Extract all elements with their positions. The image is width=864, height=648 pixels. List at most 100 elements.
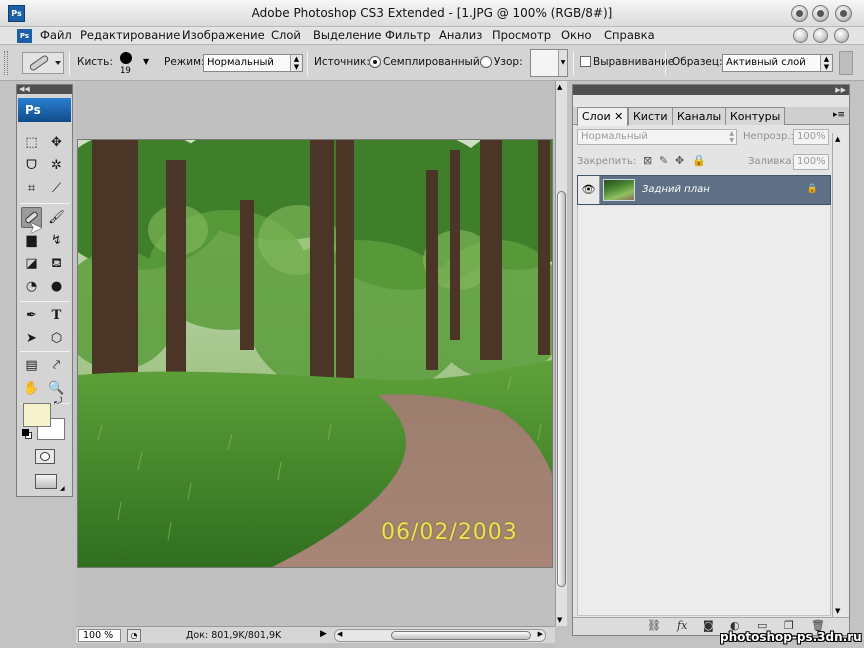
link-layers-icon[interactable]: ⛓ <box>647 619 661 632</box>
hand-tool-icon[interactable]: ✋ <box>21 378 42 399</box>
add-mask-icon[interactable]: ◙ <box>703 619 714 632</box>
blend-mode-select[interactable]: Нормальный ▲ ▼ <box>577 129 737 145</box>
separator <box>665 51 666 75</box>
fill-field[interactable]: 100% <box>793 154 829 170</box>
panel-collapse-icon[interactable]: ▶▶ <box>573 85 849 95</box>
scroll-left-icon[interactable]: ◀ <box>337 630 342 638</box>
menu-image[interactable]: Изображение <box>182 28 265 42</box>
lasso-tool-icon[interactable]: ᗜ <box>21 155 42 176</box>
tool-preset-picker[interactable] <box>22 52 64 74</box>
quick-mask-button[interactable] <box>35 449 55 464</box>
menu-layer[interactable]: Слой <box>271 28 301 42</box>
brush-tool-icon[interactable]: 🖌 <box>46 207 67 228</box>
tab-channels[interactable]: Каналы <box>672 107 727 125</box>
crop-tool-icon[interactable]: ⌗ <box>21 178 42 199</box>
shape-tool-icon[interactable]: ⬡ <box>46 328 67 349</box>
brush-picker[interactable]: 19 <box>110 49 142 77</box>
horizontal-scroll-thumb[interactable] <box>391 631 531 640</box>
menu-edit[interactable]: Редактирование <box>80 28 180 42</box>
doc-close-button[interactable] <box>834 28 849 43</box>
source-pattern-radio[interactable] <box>480 56 492 68</box>
options-grip[interactable] <box>4 51 8 75</box>
menu-app-icon[interactable]: Ps <box>17 29 32 43</box>
scroll-right-icon[interactable]: ▶ <box>538 630 543 638</box>
source-sampled-radio[interactable] <box>369 56 381 68</box>
foreground-color-swatch[interactable] <box>23 403 51 427</box>
doc-minimize-button[interactable] <box>793 28 808 43</box>
scroll-down-icon[interactable]: ▼ <box>557 616 562 624</box>
status-menu-arrow-icon[interactable]: ▶ <box>320 629 327 639</box>
notes-tool-icon[interactable]: ▤ <box>21 355 42 376</box>
layer-name[interactable]: Задний план <box>642 184 710 195</box>
layer-row-background[interactable]: 👁 Задний план 🔒 <box>577 175 831 205</box>
close-button[interactable] <box>835 5 852 22</box>
panel-scroll-up-icon[interactable]: ▲ <box>835 135 840 143</box>
pen-tool-icon[interactable]: ✒ <box>21 305 42 326</box>
screen-mode-arrow-icon: ◢ <box>60 485 65 492</box>
canvas[interactable]: 06/02/2003 <box>77 139 553 568</box>
blur-tool-icon[interactable]: ◔ <box>21 276 42 297</box>
tab-close-icon[interactable]: ✕ <box>614 110 623 123</box>
slice-tool-icon[interactable]: ⟋ <box>46 178 67 199</box>
eyedropper-tool-icon[interactable]: ⤤ <box>46 355 67 376</box>
lock-position-icon[interactable]: ✥ <box>675 154 684 167</box>
menu-file[interactable]: Файл <box>40 28 72 42</box>
tab-paths[interactable]: Контуры <box>725 107 786 125</box>
marquee-tool-icon[interactable]: ⬚ <box>21 132 42 153</box>
brush-tip-icon <box>120 52 132 64</box>
lock-pixels-icon[interactable]: ✎ <box>659 154 668 167</box>
aligned-checkbox[interactable] <box>580 56 591 67</box>
menu-help[interactable]: Справка <box>604 28 655 42</box>
path-selection-tool-icon[interactable]: ➤ <box>21 328 42 349</box>
window-title: Adobe Photoshop CS3 Extended - [1.JPG @ … <box>251 6 613 20</box>
history-brush-tool-icon[interactable]: ↯ <box>46 230 67 251</box>
toolbox-logo[interactable]: Ps <box>18 98 71 122</box>
pattern-picker[interactable]: ▼ <box>530 49 568 77</box>
layer-style-fx-icon[interactable]: fx <box>677 619 687 632</box>
tab-layers[interactable]: Слои ✕ <box>577 107 629 126</box>
panel-scroll-down-icon[interactable]: ▼ <box>835 607 840 615</box>
magic-wand-tool-icon[interactable]: ✲ <box>46 155 67 176</box>
panel-vertical-scrollbar[interactable]: ▲ ▼ <box>832 133 845 617</box>
palette-well[interactable] <box>839 51 853 75</box>
fill-label: Заливка: <box>748 156 795 167</box>
panel-tabs: Слои ✕ Кисти Каналы Контуры ▸≡ <box>573 107 849 126</box>
screen-mode-button[interactable] <box>35 474 57 489</box>
dodge-tool-icon[interactable]: ● <box>46 276 67 297</box>
forest-path-photo <box>78 140 552 567</box>
move-tool-icon[interactable]: ✥ <box>46 132 67 153</box>
type-tool-icon[interactable]: T <box>46 305 67 326</box>
document-vertical-scrollbar[interactable]: ▲ ▼ <box>555 81 567 626</box>
toolbox-separator <box>20 351 70 352</box>
panel-menu-icon[interactable]: ▸≡ <box>833 110 845 120</box>
default-colors-icon[interactable] <box>22 429 32 439</box>
menu-view[interactable]: Просмотр <box>492 28 551 42</box>
sample-select[interactable]: Активный слой ▲ ▼ <box>722 54 833 72</box>
doc-restore-button[interactable] <box>813 28 828 43</box>
maximize-button[interactable] <box>812 5 829 22</box>
mode-select[interactable]: Нормальный ▲ ▼ <box>203 54 303 72</box>
paint-bucket-tool-icon[interactable]: ⛾ <box>46 253 67 274</box>
menu-filter[interactable]: Фильтр <box>385 28 431 42</box>
document-horizontal-scrollbar[interactable]: ◀ ▶ <box>334 629 546 642</box>
menu-select[interactable]: Выделение <box>313 28 382 42</box>
brush-dropdown-arrow-icon[interactable]: ▼ <box>143 57 149 66</box>
swap-colors-icon[interactable]: ⤾ <box>54 396 62 407</box>
date-stamp: 06/02/2003 <box>381 520 518 545</box>
toolbox-collapse-icon[interactable]: ◀◀ <box>17 85 72 94</box>
opacity-field[interactable]: 100% <box>793 129 829 145</box>
opacity-label: Непрозр.: <box>743 131 794 142</box>
menu-analysis[interactable]: Анализ <box>439 28 482 42</box>
layer-visibility-eye-icon[interactable]: 👁 <box>578 176 600 204</box>
tab-brushes[interactable]: Кисти <box>628 107 673 125</box>
vertical-scroll-thumb[interactable] <box>557 191 566 587</box>
minimize-button[interactable] <box>791 5 808 22</box>
zoom-field[interactable]: 100 % <box>78 629 121 642</box>
scroll-up-icon[interactable]: ▲ <box>557 83 562 91</box>
eraser-tool-icon[interactable]: ◪ <box>21 253 42 274</box>
lock-all-icon[interactable]: 🔒 <box>692 154 706 167</box>
menu-window[interactable]: Окно <box>561 28 592 42</box>
status-info-icon[interactable]: ◔ <box>127 629 141 642</box>
sample-select-arrow-icon: ▲ ▼ <box>820 55 832 71</box>
lock-transparency-icon[interactable]: ⊠ <box>643 154 652 167</box>
